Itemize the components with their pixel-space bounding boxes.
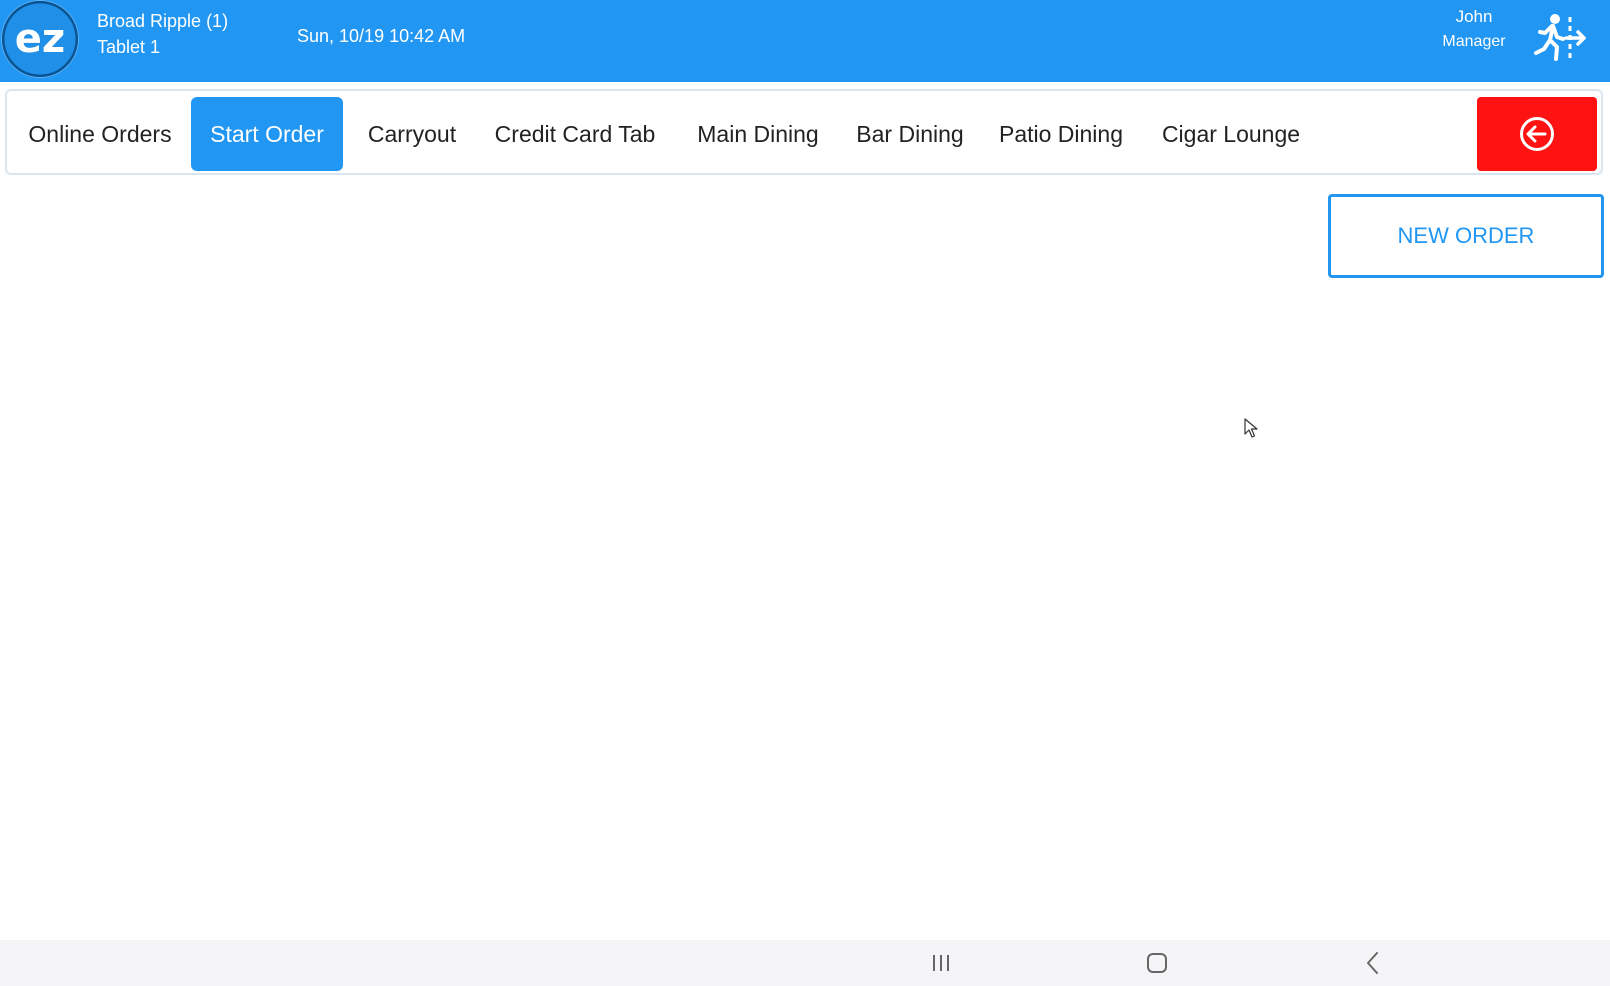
exit-running-icon[interactable]: [1530, 13, 1588, 63]
ez-logo: ez: [2, 1, 78, 77]
home-icon[interactable]: [1142, 948, 1172, 978]
tab-main-dining[interactable]: Main Dining: [683, 97, 833, 171]
pos-app: ez Broad Ripple (1) Tablet 1 Sun, 10/19 …: [0, 0, 1610, 986]
mouse-cursor-icon: [1244, 418, 1258, 438]
ez-logo-mark: ez: [2, 1, 78, 77]
new-order-button[interactable]: NEW ORDER: [1328, 194, 1604, 278]
device-name: Tablet 1: [97, 37, 161, 57]
current-datetime: Sun, 10/19 10:42 AM: [297, 26, 466, 46]
tab-patio-dining[interactable]: Patio Dining: [991, 97, 1131, 171]
system-nav-bar: [0, 940, 1610, 986]
tab-carryout[interactable]: Carryout: [359, 97, 465, 171]
section-tabs: Online Orders Start Order Carryout Credi…: [5, 89, 1603, 175]
location-name: Broad Ripple (1): [97, 11, 229, 31]
tab-start-order[interactable]: Start Order: [191, 97, 343, 171]
recents-icon[interactable]: [926, 948, 956, 978]
back-button[interactable]: [1477, 97, 1597, 171]
user-name: John: [1455, 7, 1493, 26]
tab-online-orders[interactable]: Online Orders: [21, 97, 179, 171]
logo-text: ez: [15, 16, 65, 62]
app-header: ez Broad Ripple (1) Tablet 1 Sun, 10/19 …: [0, 0, 1610, 82]
tab-cigar-lounge[interactable]: Cigar Lounge: [1151, 97, 1311, 171]
circle-arrow-left-icon: [1520, 117, 1554, 151]
tab-credit-card-tab[interactable]: Credit Card Tab: [485, 97, 665, 171]
tab-bar-dining[interactable]: Bar Dining: [847, 97, 973, 171]
user-info: John Manager: [1424, 4, 1524, 54]
location-info: Broad Ripple (1) Tablet 1: [97, 8, 228, 60]
back-chevron-icon[interactable]: [1358, 948, 1388, 978]
user-role: Manager: [1442, 33, 1506, 50]
